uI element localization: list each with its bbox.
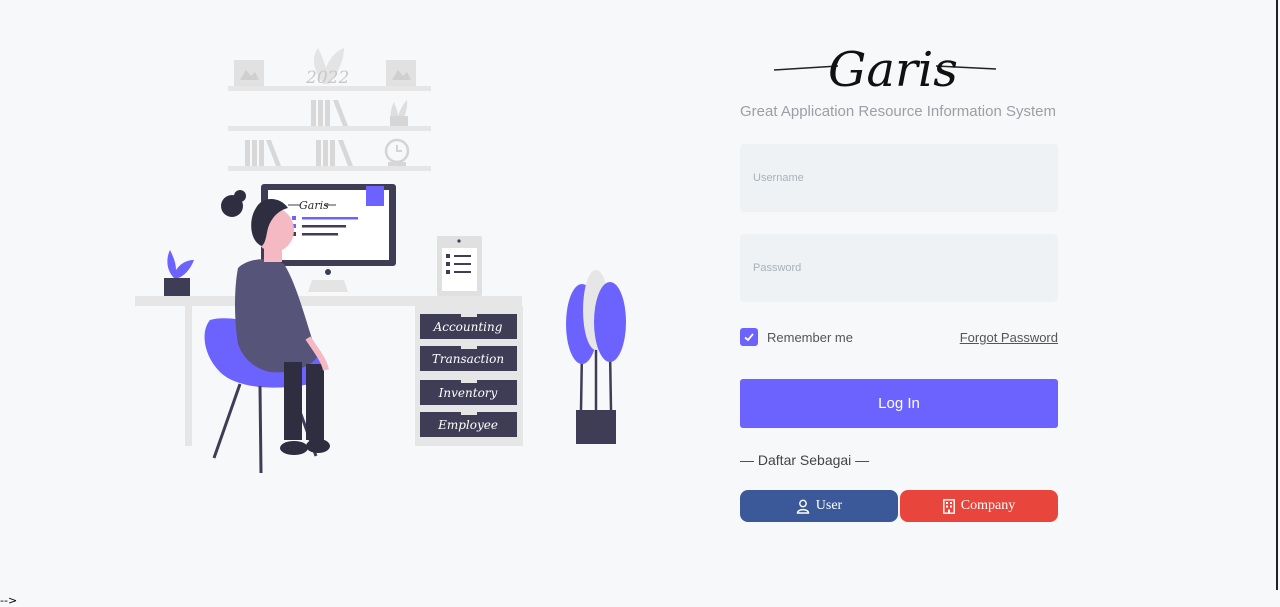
forgot-password-link[interactable]: Forgot Password xyxy=(960,330,1058,345)
remember-me-checkbox[interactable] xyxy=(740,328,758,346)
hero-illustration: 2022 Garis Accounting Transaction Invent… xyxy=(130,38,630,478)
drawer-label-transaction: Transaction xyxy=(432,352,504,366)
drawer-label-accounting: Accounting xyxy=(433,320,503,334)
building-icon xyxy=(942,498,955,514)
remember-me-toggle[interactable]: Remember me xyxy=(740,328,853,346)
register-user-button[interactable]: User xyxy=(740,490,898,522)
remember-me-label: Remember me xyxy=(767,329,853,345)
drawer-label-employee: Employee xyxy=(437,418,498,432)
user-icon xyxy=(796,499,810,514)
register-company-label: Company xyxy=(960,498,1016,513)
screen-logo: Garis xyxy=(299,199,329,212)
register-user-label: User xyxy=(815,498,843,513)
stray-comment-text: --> xyxy=(0,594,18,607)
window-edge xyxy=(1276,0,1278,590)
register-company-button[interactable]: Company xyxy=(900,490,1058,522)
check-icon xyxy=(744,333,754,342)
login-options: Remember me Forgot Password xyxy=(740,327,1058,347)
shelf-year: 2022 xyxy=(305,68,349,88)
brand-logo: Garis xyxy=(740,34,1058,100)
login-panel: Garis Great Application Resource Informa… xyxy=(740,34,1058,522)
register-options: User Company xyxy=(740,490,1058,522)
tagline: Great Application Resource Information S… xyxy=(740,103,1056,120)
logo-text: Garis xyxy=(828,42,958,98)
register-heading: — Daftar Sebagai — xyxy=(740,452,870,468)
password-input[interactable] xyxy=(740,234,1058,302)
username-input[interactable] xyxy=(740,144,1058,212)
drawer-label-inventory: Inventory xyxy=(438,386,498,400)
login-button[interactable]: Log In xyxy=(740,379,1058,428)
